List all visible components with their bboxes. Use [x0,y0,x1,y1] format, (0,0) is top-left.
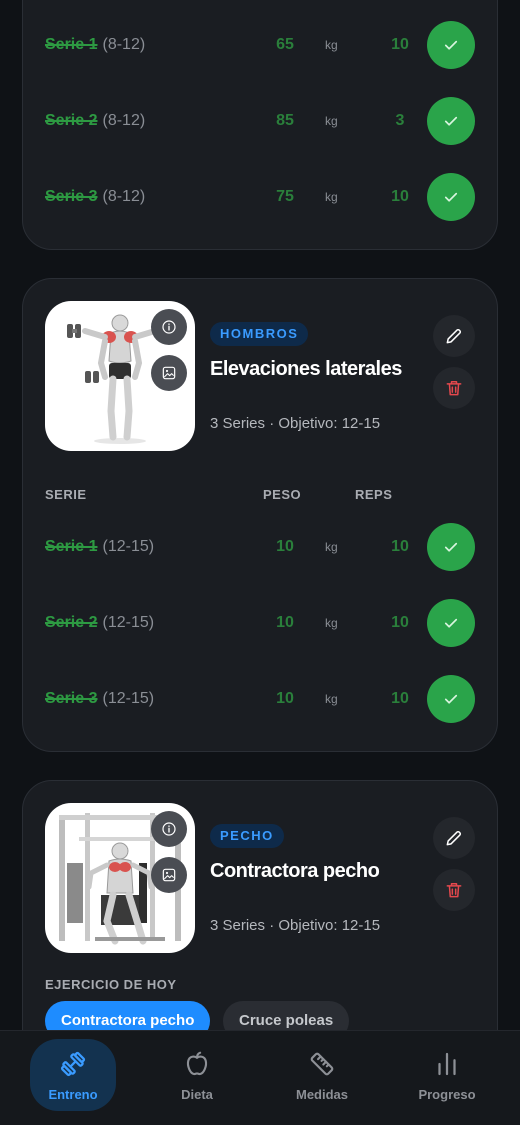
nav-item-progreso[interactable]: Progreso [404,1039,490,1111]
exercise-card: Serie 1 (8-12) 65 kg 10 Serie 2 (8-12) 85 … [22,0,498,250]
set-row: Serie 2 (12-15) 10 kg 10 [45,599,475,647]
apple-icon [186,1051,208,1075]
image-button[interactable] [151,857,187,893]
info-button[interactable] [151,309,187,345]
set-reps[interactable]: 10 [380,188,420,206]
bar-chart-icon [438,1052,456,1075]
set-range: (12-15) [102,690,155,707]
set-range: (8-12) [102,112,146,129]
pencil-icon [446,830,462,846]
nav-item-entreno[interactable]: Entreno [30,1039,116,1111]
check-icon [444,618,458,628]
set-row: Serie 1 (12-15) 10 kg 10 [45,523,475,571]
image-icon [162,868,176,882]
set-label: Serie 2 (12-15) [45,614,155,631]
edit-button[interactable] [433,817,475,859]
check-icon [444,116,458,126]
set-range: (8-12) [102,188,146,205]
set-range: (8-12) [102,36,146,53]
exercise-title: Elevaciones laterales [210,358,402,380]
nav-item-medidas[interactable]: Medidas [279,1039,365,1111]
nav-item-dieta[interactable]: Dieta [154,1039,240,1111]
set-weight[interactable]: 65 [265,36,305,54]
weight-unit: kg [325,540,338,554]
check-icon [444,40,458,50]
set-reps[interactable]: 10 [380,690,420,708]
set-label: Serie 2 (8-12) [45,112,146,129]
exercise-title: Contractora pecho [210,860,380,882]
set-label: Serie 1 (12-15) [45,538,155,555]
complete-set-button[interactable] [427,21,475,69]
edit-button[interactable] [433,315,475,357]
set-label: Serie 3 (8-12) [45,188,146,205]
complete-set-button[interactable] [427,675,475,723]
set-range: (12-15) [102,538,155,555]
set-reps[interactable]: 3 [380,112,420,130]
muscle-group-badge: PECHO [210,824,284,848]
info-icon [162,320,176,334]
check-icon [444,192,458,202]
set-weight[interactable]: 10 [265,690,305,708]
delete-button[interactable] [433,367,475,409]
pencil-icon [446,328,462,344]
exercise-thumbnail[interactable] [45,301,195,451]
weight-unit: kg [325,692,338,706]
set-weight[interactable]: 75 [265,188,305,206]
muscle-group-badge: HOMBROS [210,322,309,346]
complete-set-button[interactable] [427,523,475,571]
set-row: Serie 2 (8-12) 85 kg 3 [45,97,475,145]
column-header-set: SERIE [45,487,87,502]
check-icon [444,542,458,552]
image-button[interactable] [151,355,187,391]
trash-icon [446,883,462,898]
set-weight[interactable]: 10 [265,614,305,632]
nav-label: Medidas [295,1086,348,1102]
image-icon [162,366,176,380]
weight-unit: kg [325,38,338,52]
set-weight[interactable]: 85 [265,112,305,130]
today-exercise-label: EJERCICIO DE HOY [45,977,177,992]
exercise-meta: 3 Series · Objetivo: 12-15 [210,917,381,934]
set-label: Serie 3 (12-15) [45,690,155,707]
set-weight[interactable]: 10 [265,538,305,556]
exercise-thumbnail[interactable] [45,803,195,953]
weight-unit: kg [325,114,338,128]
bottom-navigation: Entreno Dieta Medidas Progreso [0,1030,520,1125]
info-button[interactable] [151,811,187,847]
nav-label: Progreso [418,1086,476,1102]
ruler-icon [310,1052,334,1075]
nav-label: Dieta [181,1086,213,1102]
set-row: Serie 3 (8-12) 75 kg 10 [45,173,475,221]
set-reps[interactable]: 10 [380,614,420,632]
set-range: (12-15) [102,614,155,631]
column-header-weight: PESO [263,487,302,502]
column-header-reps: REPS [355,487,393,502]
set-label: Serie 1 (8-12) [45,36,146,53]
complete-set-button[interactable] [427,599,475,647]
exercise-meta: 3 Series · Objetivo: 12-15 [210,415,381,432]
trash-icon [446,381,462,396]
info-icon [162,822,176,836]
weight-unit: kg [325,616,338,630]
delete-button[interactable] [433,869,475,911]
set-reps[interactable]: 10 [380,538,420,556]
set-row: Serie 3 (12-15) 10 kg 10 [45,675,475,723]
exercise-card: HOMBROS Elevaciones laterales 3 Series ·… [22,278,498,752]
complete-set-button[interactable] [427,173,475,221]
nav-label: Entreno [48,1086,98,1102]
weight-unit: kg [325,190,338,204]
complete-set-button[interactable] [427,97,475,145]
check-icon [444,694,458,704]
set-reps[interactable]: 10 [380,36,420,54]
set-row: Serie 1 (8-12) 65 kg 10 [45,21,475,69]
dumbbell-icon [60,1051,86,1076]
